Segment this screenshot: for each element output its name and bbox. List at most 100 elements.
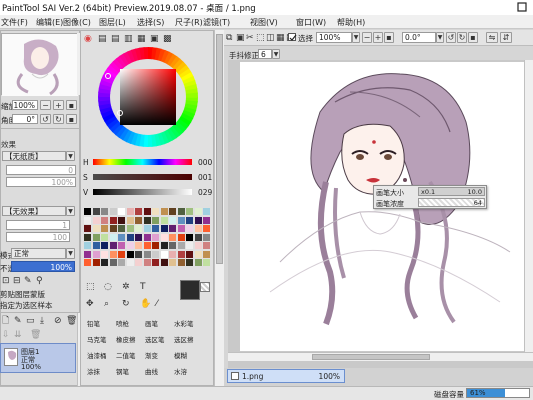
color-swatch[interactable] xyxy=(126,242,134,249)
clip-group-label[interactable]: 剪贴图层蒙版 xyxy=(0,289,45,300)
color-swatch[interactable] xyxy=(160,233,168,241)
color-swatch[interactable] xyxy=(118,208,125,215)
color-swatch[interactable] xyxy=(84,242,91,249)
color-swatch[interactable] xyxy=(194,250,202,258)
zoom-tool-icon[interactable]: ⌕ xyxy=(104,299,109,309)
color-swatch[interactable] xyxy=(203,259,210,266)
pin-icon[interactable]: ✎ xyxy=(24,276,32,286)
color-swatch[interactable] xyxy=(101,250,108,258)
texture-strength-field[interactable]: 0 xyxy=(6,165,76,175)
color-swatch[interactable] xyxy=(118,242,125,249)
color-swatch[interactable] xyxy=(143,250,151,258)
color-swatch[interactable] xyxy=(84,216,91,224)
magic-wand-icon[interactable]: ✲ xyxy=(122,282,130,292)
color-swatch[interactable] xyxy=(160,216,168,224)
color-swatch[interactable] xyxy=(84,233,91,241)
selection-source-label[interactable]: 指定为选区样本 xyxy=(0,300,53,311)
canvas-zoom-in-button[interactable]: + xyxy=(373,32,383,43)
canvas-rotate-right-button[interactable]: ↻ xyxy=(457,32,467,43)
color-swatch[interactable] xyxy=(101,225,108,232)
rotate-left-button[interactable]: ↺ xyxy=(40,114,51,124)
color-swatch[interactable] xyxy=(143,259,151,266)
document-tab[interactable]: 1.png 100% xyxy=(227,369,345,383)
brush-tool-5[interactable]: 马克笔 xyxy=(87,334,107,344)
clear-layer-icon[interactable]: ⊘ xyxy=(54,316,62,326)
brush-tool-14[interactable]: 钢笔 xyxy=(116,366,129,376)
effect-dropdown-button[interactable]: ▼ xyxy=(66,206,75,216)
cut-icon[interactable]: ✂ xyxy=(246,33,254,43)
color-swatch[interactable] xyxy=(169,225,176,232)
canvas-zoom-reset-button[interactable]: ▪ xyxy=(384,32,394,43)
maximize-button[interactable] xyxy=(513,0,531,15)
hsv-slider-icon[interactable]: ▤ xyxy=(111,34,120,44)
new-layer-icon[interactable]: 🗋 xyxy=(2,316,9,326)
color-swatch[interactable] xyxy=(109,208,117,215)
brush-tool-9[interactable]: 油漆桶 xyxy=(87,350,107,360)
copy-icon[interactable]: ⧉ xyxy=(226,33,232,43)
angle-field[interactable]: 0° xyxy=(12,114,38,124)
color-swatch[interactable] xyxy=(135,233,142,241)
primary-color-swatch[interactable] xyxy=(180,280,200,300)
color-wheel[interactable] xyxy=(96,45,200,149)
color-swatch[interactable] xyxy=(135,242,142,249)
color-swatch[interactable] xyxy=(118,233,125,241)
text-tool-icon[interactable]: T xyxy=(140,282,146,292)
color-swatch[interactable] xyxy=(143,233,151,241)
color-swatch[interactable] xyxy=(177,225,185,232)
merge-down-icon[interactable]: ⤓ xyxy=(40,316,44,326)
scratchpad-icon[interactable]: ▩ xyxy=(163,34,172,44)
rotate-right-button[interactable]: ↻ xyxy=(53,114,64,124)
color-swatch[interactable] xyxy=(126,259,134,266)
texture-dropdown-button[interactable]: ▼ xyxy=(66,151,75,161)
menu-help[interactable]: 帮助(H) xyxy=(337,17,365,28)
color-swatch[interactable] xyxy=(160,208,168,215)
transparent-color-toggle[interactable] xyxy=(200,282,210,292)
brush-tool-16[interactable]: 水溶 xyxy=(174,366,187,376)
color-swatch[interactable] xyxy=(92,242,100,249)
swatch-grid[interactable] xyxy=(84,208,212,274)
zoom-reset-button[interactable]: ▪ xyxy=(66,100,77,110)
brush-tool-3[interactable]: 画笔 xyxy=(145,318,158,328)
color-swatch[interactable] xyxy=(101,259,108,266)
color-swatch[interactable] xyxy=(126,216,134,224)
swatches-icon[interactable]: ▦ xyxy=(137,34,146,44)
color-swatch[interactable] xyxy=(186,225,193,232)
color-swatch[interactable] xyxy=(126,250,134,258)
brush-tool-10[interactable]: 二值笔 xyxy=(116,350,136,360)
color-swatch[interactable] xyxy=(169,242,176,249)
color-swatch[interactable] xyxy=(84,250,91,258)
rotate-reset-button[interactable]: ▪ xyxy=(66,114,77,124)
merge-visible-icon[interactable]: ⇊ xyxy=(14,330,22,340)
link-icon[interactable]: ⚲ xyxy=(36,276,43,286)
color-swatch[interactable] xyxy=(160,225,168,232)
move-icon[interactable]: ✥ xyxy=(86,299,94,309)
color-swatch[interactable] xyxy=(143,216,151,224)
color-swatch[interactable] xyxy=(109,242,117,249)
hand-icon[interactable]: ✋ xyxy=(140,299,151,309)
color-swatch[interactable] xyxy=(92,216,100,224)
color-swatch[interactable] xyxy=(109,225,117,232)
color-swatch[interactable] xyxy=(126,233,134,241)
mixer-icon[interactable]: ▣ xyxy=(150,34,159,44)
effect-select[interactable]: 【无效果】 xyxy=(2,206,66,216)
color-bar-icon[interactable]: ▥ xyxy=(124,34,133,44)
color-swatch[interactable] xyxy=(194,259,202,266)
menu-ruler[interactable]: 尺子(R) xyxy=(175,17,203,28)
brush-tool-6[interactable]: 橡皮擦 xyxy=(116,334,136,344)
menu-window[interactable]: 窗口(W) xyxy=(296,17,326,28)
lock-alpha-icon[interactable]: ⊟ xyxy=(13,276,21,286)
lock-icon[interactable]: ⊡ xyxy=(2,276,10,286)
color-swatch[interactable] xyxy=(160,242,168,249)
blend-dropdown-button[interactable]: ▼ xyxy=(66,248,75,259)
stabilizer-field[interactable]: 6 xyxy=(258,49,272,59)
color-swatch[interactable] xyxy=(194,208,202,215)
invert-select-icon[interactable]: ◫ xyxy=(266,33,275,43)
color-swatch[interactable] xyxy=(177,216,185,224)
zoom-in-button[interactable]: + xyxy=(53,100,64,110)
layer-row[interactable]: 图层1 正常 100% xyxy=(0,343,76,373)
canvas-angle-dropdown[interactable]: ▼ xyxy=(436,32,444,43)
color-swatch[interactable] xyxy=(92,225,100,232)
color-swatch[interactable] xyxy=(203,208,210,215)
color-swatch[interactable] xyxy=(92,259,100,266)
effect-strength-field[interactable]: 100 xyxy=(6,232,70,242)
